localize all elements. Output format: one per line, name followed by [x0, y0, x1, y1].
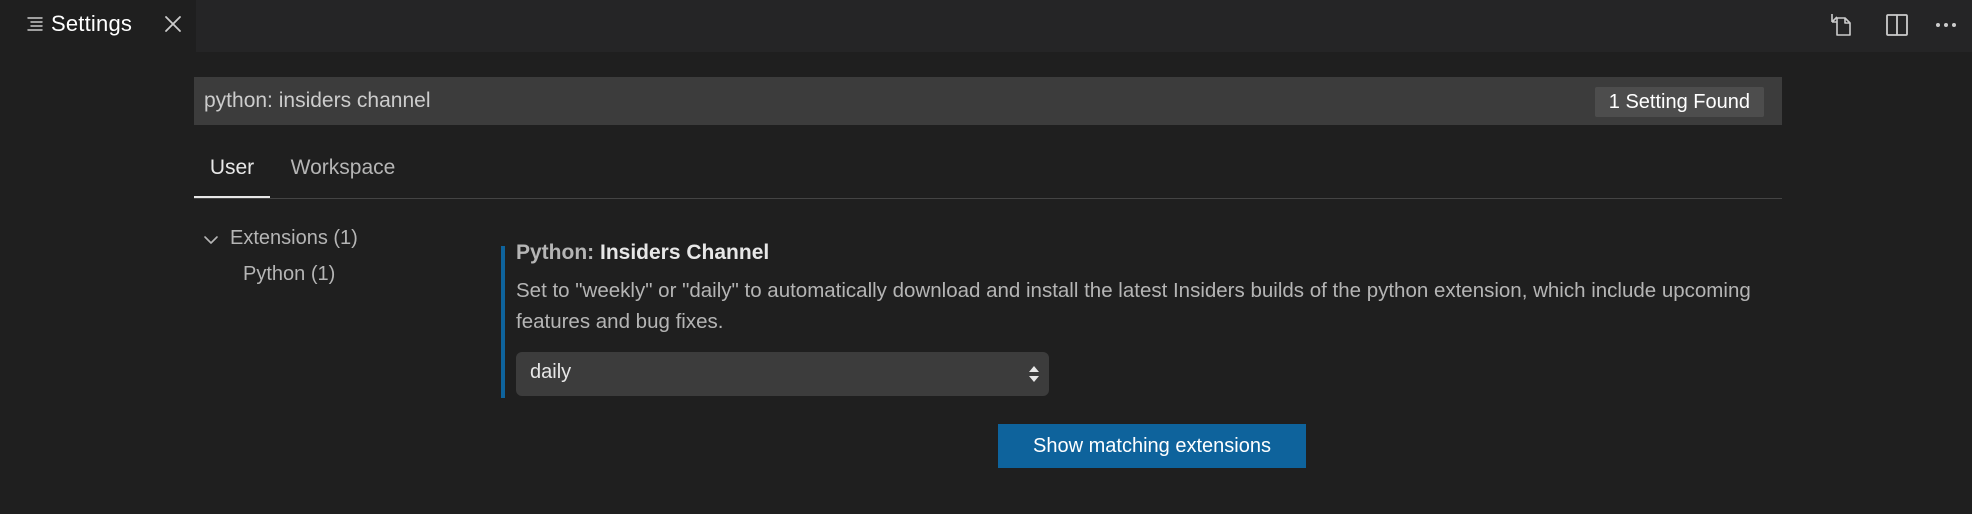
split-editor-icon[interactable]	[1883, 11, 1911, 39]
setting-title: Python: Insiders Channel	[516, 241, 769, 265]
insiders-channel-select[interactable]: daily	[516, 352, 1049, 396]
open-json-icon[interactable]	[1828, 11, 1856, 39]
settings-search: 1 Setting Found	[194, 77, 1782, 125]
show-matching-extensions-button[interactable]: Show matching extensions	[998, 424, 1306, 468]
scope-tabs: User Workspace	[194, 140, 1782, 199]
setting-focus-indicator	[501, 246, 505, 398]
result-count-badge: 1 Setting Found	[1594, 87, 1764, 117]
tab-workspace[interactable]: Workspace	[278, 140, 408, 197]
toc-item-python[interactable]: Python (1)	[243, 263, 335, 286]
toc-item-label: Extensions (1)	[230, 227, 358, 249]
setting-name: Insiders Channel	[600, 241, 770, 264]
settings-editor: Settings python: insiders channel 1 Sett…	[0, 0, 1972, 514]
select-arrows-icon	[1029, 366, 1039, 382]
close-icon[interactable]	[163, 14, 183, 34]
editor-tab-bar: Settings	[0, 0, 1972, 52]
search-input[interactable]	[204, 77, 1504, 125]
select-value: daily	[530, 361, 572, 383]
setting-description: Set to "weekly" or "daily" to automatica…	[516, 279, 1751, 333]
setting-category: Python:	[516, 241, 600, 264]
ellipsis-icon[interactable]	[1932, 11, 1960, 39]
settings-list-icon	[27, 17, 43, 31]
tab-label: Settings	[51, 11, 133, 36]
tab-user[interactable]: User	[194, 140, 270, 198]
settings-tab[interactable]: Settings	[0, 0, 196, 52]
chevron-down-icon	[204, 236, 218, 244]
